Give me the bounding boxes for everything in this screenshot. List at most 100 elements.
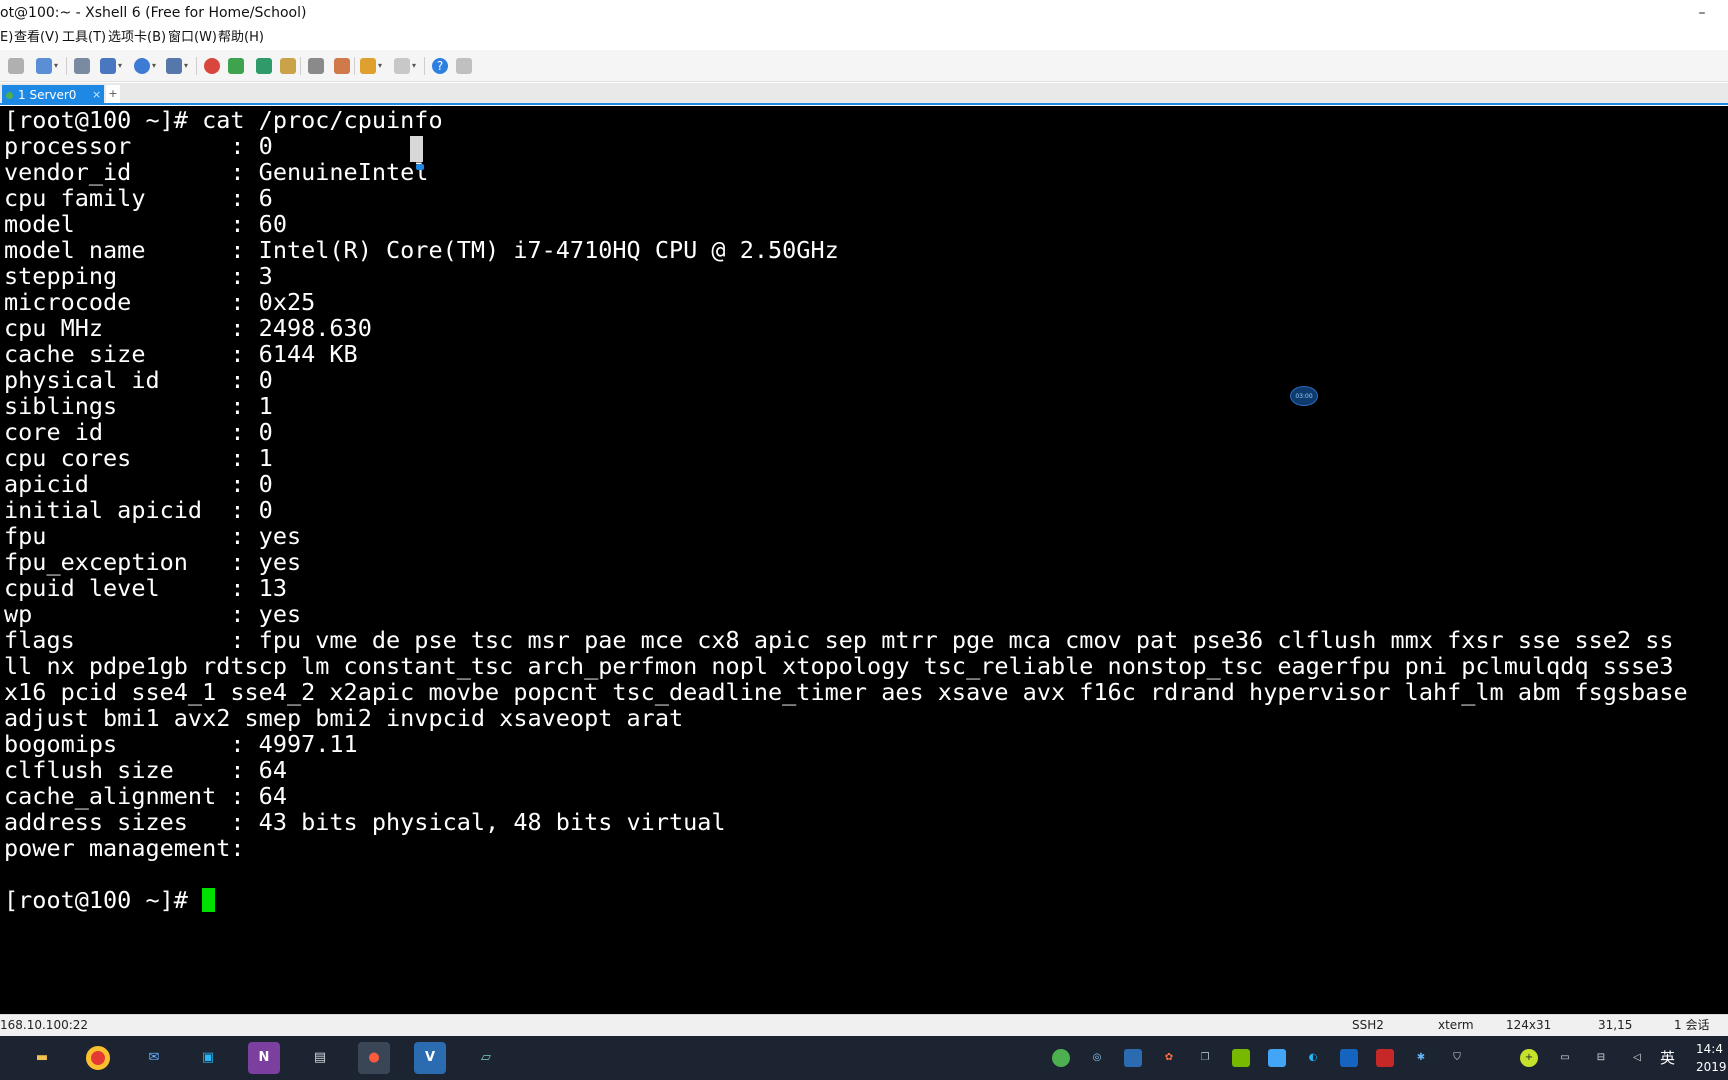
lock-icon[interactable] xyxy=(280,58,296,74)
menu-window[interactable]: 窗口(W) xyxy=(168,26,217,50)
status-size: 124x31 xyxy=(1506,1018,1552,1032)
terminal-line: clflush size : 64 xyxy=(4,756,287,784)
chevron-down-icon[interactable]: ▾ xyxy=(118,58,126,74)
terminal-line: cpuid level : 13 xyxy=(4,574,287,602)
terminal-line: ll nx pdpe1gb rdtscp lm constant_tsc arc… xyxy=(4,652,1674,680)
script-icon[interactable] xyxy=(334,58,350,74)
fullscreen-icon[interactable] xyxy=(256,58,272,74)
status-address: 168.10.100:22 xyxy=(0,1018,89,1032)
edge-icon[interactable]: ◐ xyxy=(1304,1049,1322,1067)
volume-icon[interactable]: ◁ xyxy=(1628,1049,1646,1067)
terminal-line: adjust bmi1 avx2 smep bmi2 invpcid xsave… xyxy=(4,704,684,732)
sb-icon[interactable] xyxy=(1340,1049,1358,1067)
chevron-down-icon[interactable]: ▾ xyxy=(152,58,160,74)
terminal-line: vendor_id : GenuineIntel xyxy=(4,158,429,186)
toolbar-separator xyxy=(354,57,355,75)
bluetooth-icon[interactable]: ✱ xyxy=(1412,1049,1430,1067)
terminal-line: model : 60 xyxy=(4,210,287,238)
add-tab-button[interactable]: + xyxy=(106,85,120,103)
menu-bar: E) 查看(V) 工具(T) 选项卡(B) 窗口(W) 帮助(H) xyxy=(0,26,1728,50)
transfer-icon[interactable] xyxy=(100,58,116,74)
keyboard-icon[interactable] xyxy=(308,58,324,74)
terminal-line: power management: xyxy=(4,834,245,862)
tools-icon[interactable] xyxy=(1376,1049,1394,1067)
connected-status-icon xyxy=(6,92,13,99)
menu-help[interactable]: 帮助(H) xyxy=(218,26,264,50)
terminal-line: address sizes : 43 bits physical, 48 bit… xyxy=(4,808,726,836)
layout-icon[interactable] xyxy=(394,58,410,74)
help-icon[interactable]: ? xyxy=(432,58,448,74)
xftp-icon[interactable] xyxy=(204,58,220,74)
status-sessions: 1 会话 xyxy=(1674,1018,1710,1032)
vmware-icon[interactable]: ◎ xyxy=(1088,1049,1106,1067)
terminal-line: fpu : yes xyxy=(4,522,302,550)
terminal-line: x16 pcid sse4_1 sse4_2 x2apic movbe popc… xyxy=(4,678,1688,706)
nvidia-icon[interactable] xyxy=(1232,1049,1250,1067)
window-title: ot@100:~ - Xshell 6 (Free for Home/Schoo… xyxy=(0,5,307,21)
taskbar: ▬ ✉ ▣ N ▤ ● V ▱ ◎ ✿ ❐ ◐ ✱ ⛉ + ▭ ⊟ ◁ 英 14… xyxy=(0,1036,1728,1080)
terminal-line: apicid : 0 xyxy=(4,470,273,498)
menu-edit[interactable]: E) xyxy=(0,26,13,50)
menu-tools[interactable]: 工具(T) xyxy=(62,26,106,50)
mail-icon[interactable]: ✉ xyxy=(138,1042,170,1074)
vnc-icon[interactable]: V xyxy=(414,1042,446,1074)
copy-icon[interactable]: ❐ xyxy=(1196,1049,1214,1067)
battery-icon[interactable]: ▭ xyxy=(1556,1049,1574,1067)
chrome-icon[interactable] xyxy=(82,1042,114,1074)
toolbar-separator xyxy=(196,57,197,75)
onenote-icon[interactable]: N xyxy=(248,1042,280,1074)
toolbar-separator xyxy=(424,57,425,75)
computer-icon[interactable]: ▤ xyxy=(304,1042,336,1074)
terminal-line: bogomips : 4997.11 xyxy=(4,730,358,758)
globe-icon[interactable] xyxy=(134,58,150,74)
chat-icon[interactable] xyxy=(456,58,472,74)
menu-tabs[interactable]: 选项卡(B) xyxy=(108,26,166,50)
close-icon[interactable]: × xyxy=(92,85,101,105)
title-bar: ot@100:~ - Xshell 6 (Free for Home/Schoo… xyxy=(0,0,1728,26)
link-icon[interactable] xyxy=(8,58,24,74)
terminal-line: initial apicid : 0 xyxy=(4,496,273,524)
system-clock[interactable]: 14:4 2019 xyxy=(1696,1040,1728,1076)
toolbar-separator xyxy=(300,57,301,75)
clock-date: 2019 xyxy=(1696,1060,1727,1074)
font-icon[interactable] xyxy=(166,58,182,74)
text-cursor-icon xyxy=(410,136,423,162)
shield-icon[interactable]: ⛉ xyxy=(1448,1049,1466,1067)
vnc-tray-icon[interactable] xyxy=(1124,1049,1142,1067)
menu-view[interactable]: 查看(V) xyxy=(14,26,59,50)
terminal[interactable]: [root@100 ~]# cat /proc/cpuinfo processo… xyxy=(0,106,1728,1014)
terminal-line: cpu MHz : 2498.630 xyxy=(4,314,372,342)
file-explorer-icon[interactable]: ▬ xyxy=(26,1042,58,1074)
terminal-prompt-line[interactable]: [root@100 ~]# xyxy=(4,886,216,914)
xshell-icon[interactable]: ● xyxy=(358,1042,390,1074)
input-method-indicator[interactable]: 英 xyxy=(1660,1048,1675,1068)
plus-icon[interactable]: + xyxy=(1520,1049,1538,1067)
status-protocol: SSH2 xyxy=(1352,1018,1384,1032)
chevron-down-icon[interactable]: ▾ xyxy=(378,58,386,74)
status-position: 31,15 xyxy=(1598,1018,1633,1032)
terminal-line: microcode : 0x25 xyxy=(4,288,316,316)
xmanager-icon[interactable] xyxy=(228,58,244,74)
terminal-line: processor : 0 xyxy=(4,132,273,160)
notepad-icon[interactable]: ▱ xyxy=(470,1042,502,1074)
status-terminal-type: xterm xyxy=(1438,1018,1474,1032)
xshell-tray-icon[interactable]: ✿ xyxy=(1160,1049,1178,1067)
chevron-down-icon[interactable]: ▾ xyxy=(412,58,420,74)
compose-icon[interactable] xyxy=(360,58,376,74)
display-icon[interactable] xyxy=(1268,1049,1286,1067)
security-icon[interactable] xyxy=(1052,1049,1070,1067)
terminal-cursor xyxy=(202,888,216,912)
terminal-line: [root@100 ~]# cat /proc/cpuinfo xyxy=(4,106,443,134)
tab-server0[interactable]: 1 Server0 × xyxy=(2,85,104,105)
new-session-icon[interactable] xyxy=(36,58,52,74)
terminal-line: cpu family : 6 xyxy=(4,184,273,212)
clock-time: 14:4 xyxy=(1696,1042,1723,1056)
recording-overlay-icon[interactable]: 03:00 xyxy=(1290,386,1318,406)
network-icon[interactable]: ⊟ xyxy=(1592,1049,1610,1067)
code-icon[interactable]: ▣ xyxy=(192,1042,224,1074)
minimize-button[interactable]: – xyxy=(1682,0,1722,26)
terminal-line: physical id : 0 xyxy=(4,366,273,394)
search-icon[interactable] xyxy=(74,58,90,74)
chevron-down-icon[interactable]: ▾ xyxy=(184,58,192,74)
chevron-down-icon[interactable]: ▾ xyxy=(54,58,62,74)
